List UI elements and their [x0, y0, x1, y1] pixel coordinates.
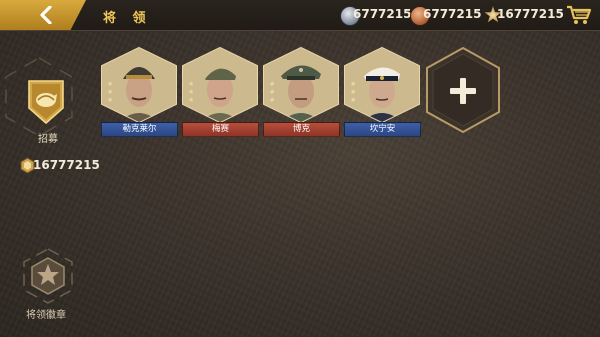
svg-text:★: ★: [350, 96, 356, 104]
svg-text:★: ★: [350, 80, 356, 88]
svg-text:★: ★: [107, 80, 113, 88]
svg-text:★: ★: [269, 80, 275, 88]
svg-text:★: ★: [107, 88, 113, 96]
top-bar: 将 领 6777215 6777215 16777215: [0, 0, 600, 31]
svg-text:★: ★: [188, 80, 194, 88]
shopping-cart-icon[interactable]: [566, 4, 592, 26]
general-card-1[interactable]: ★ ★ ★ 勒克莱尔: [99, 46, 179, 138]
svg-text:★: ★: [350, 88, 356, 96]
general-name: 梅赛: [182, 122, 259, 137]
add-general-button[interactable]: [425, 46, 501, 134]
leclerc-portrait: ★ ★ ★: [101, 46, 177, 124]
general-card-2[interactable]: ★ ★ ★ 梅赛: [180, 46, 260, 138]
svg-text:★: ★: [269, 88, 275, 96]
svg-text:★: ★: [269, 96, 275, 104]
recruit-emblem-icon[interactable]: [26, 78, 66, 126]
gold-resource-value: 16777215: [33, 158, 100, 172]
bronze-resource-value: 6777215: [423, 7, 482, 21]
chevron-left-icon: [40, 6, 52, 24]
bock-portrait: ★ ★ ★: [263, 46, 339, 124]
recruit-label[interactable]: 招募: [38, 130, 58, 145]
back-button[interactable]: [0, 0, 86, 30]
general-insignia-icon[interactable]: [20, 246, 76, 306]
svg-text:★: ★: [107, 96, 113, 104]
cunningham-portrait: ★ ★ ★: [344, 46, 420, 124]
general-card-4[interactable]: ★ ★ ★ 坎宁安: [342, 46, 422, 138]
general-name: 勒克莱尔: [101, 122, 178, 137]
svg-text:★: ★: [188, 96, 194, 104]
page-title: 将 领: [103, 11, 152, 26]
silver-resource-value: 6777215: [353, 7, 412, 21]
svg-text:★: ★: [188, 88, 194, 96]
general-name: 坎宁安: [344, 122, 421, 137]
star-resource-value: 16777215: [497, 7, 564, 21]
insignia-label[interactable]: 将领徽章: [26, 306, 66, 321]
general-card-3[interactable]: ★ ★ ★ 博克: [261, 46, 341, 138]
messe-portrait: ★ ★ ★: [182, 46, 258, 124]
general-name: 博克: [263, 122, 340, 137]
